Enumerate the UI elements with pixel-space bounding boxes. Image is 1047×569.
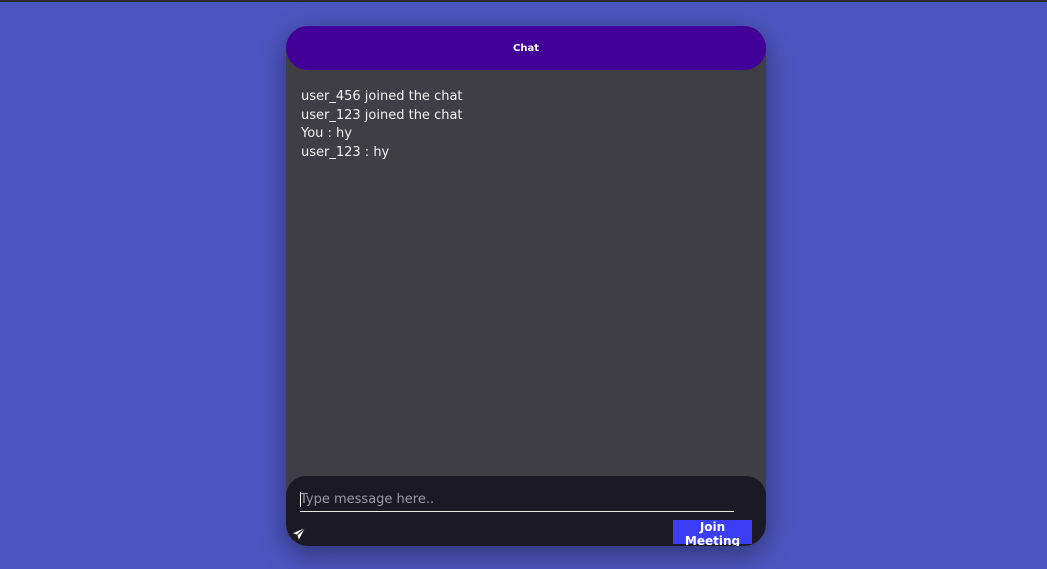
send-button[interactable]: [292, 526, 306, 540]
window-top-border: [0, 0, 1047, 2]
chat-header: Chat: [286, 26, 766, 70]
message-list: user_456 joined the chat user_123 joined…: [301, 88, 751, 162]
join-meeting-button[interactable]: Join Meeting: [673, 520, 752, 546]
message-item: user_456 joined the chat: [301, 89, 463, 104]
chat-window: Chat user_456 joined the chat user_123 j…: [286, 26, 766, 546]
message-item: user_123 joined the chat: [301, 107, 463, 123]
message-item: user_123 : hy: [301, 144, 390, 160]
paper-plane-icon: [293, 527, 306, 540]
text-caret: [300, 492, 301, 507]
message-item: You : hy: [301, 126, 352, 141]
chat-title: Chat: [513, 42, 539, 54]
message-composer: Join Meeting: [286, 476, 766, 546]
message-input[interactable]: [300, 487, 734, 512]
